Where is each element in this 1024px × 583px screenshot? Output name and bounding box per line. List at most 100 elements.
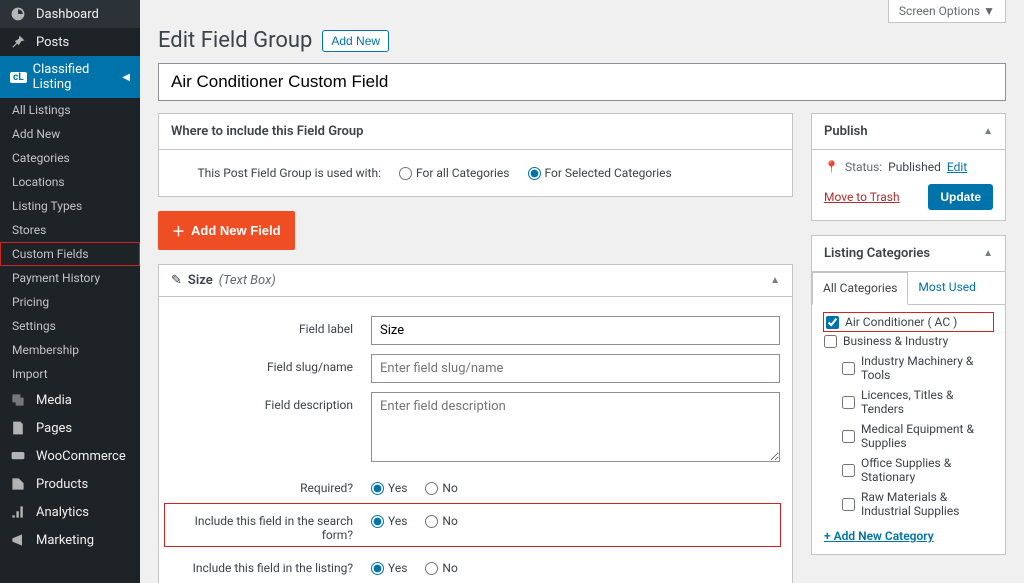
pencil-icon: ✎ [171,273,182,288]
category-label: Licences, Titles & Tenders [861,388,993,416]
submenu-label: Membership [12,343,79,357]
submenu-all-listings[interactable]: All Listings [0,98,140,122]
publish-heading: Publish [824,124,868,139]
submenu-pricing[interactable]: Pricing [0,290,140,314]
category-list: Air Conditioner ( AC ) Business & Indust… [824,313,993,521]
add-new-button[interactable]: Add New [322,30,389,52]
category-checkbox[interactable] [842,362,855,375]
search-yes-radio[interactable] [371,515,384,528]
key-icon: 📍 [824,160,839,174]
collapse-toggle[interactable]: ▲ [983,248,993,259]
tab-most-used[interactable]: Most Used [908,272,986,304]
label-field-desc: Field description [171,392,371,412]
category-checkbox[interactable] [842,498,855,511]
search-no-radio[interactable] [425,515,438,528]
where-prompt: This Post Field Group is used with: [171,166,381,180]
pin-icon [10,34,28,50]
menu-label: Dashboard [36,7,99,22]
menu-label: Pages [36,421,72,436]
trash-link[interactable]: Move to Trash [824,190,900,204]
plus-icon: ＋ [172,221,185,240]
category-item[interactable]: Business & Industry [824,331,993,351]
collapse-toggle[interactable]: ▲ [770,275,780,286]
submenu-membership[interactable]: Membership [0,338,140,362]
menu-analytics[interactable]: Analytics [0,498,140,526]
category-item[interactable]: Licences, Titles & Tenders [824,385,993,419]
textarea-field-desc[interactable] [371,392,780,462]
menu-products[interactable]: Products [0,470,140,498]
field-header[interactable]: ✎ Size (Text Box) ▲ [159,265,792,297]
no-label: No [442,481,457,495]
submenu-payment-history[interactable]: Payment History [0,266,140,290]
required-no[interactable]: No [425,481,457,495]
category-item[interactable]: Office Supplies & Stationary [824,453,993,487]
add-category-link[interactable]: + Add New Category [824,529,934,543]
required-yes[interactable]: Yes [371,481,407,495]
analytics-icon [10,504,28,520]
category-label: Medical Equipment & Supplies [861,422,993,450]
category-label: Business & Industry [843,334,948,348]
add-field-label: Add New Field [191,223,281,238]
submenu-categories[interactable]: Categories [0,146,140,170]
edit-status-link[interactable]: Edit [947,160,967,174]
submenu-label: Pricing [12,295,49,309]
yes-label: Yes [388,481,407,495]
category-item[interactable]: Raw Materials & Industrial Supplies [824,487,993,521]
submenu-add-new[interactable]: Add New [0,122,140,146]
submenu-stores[interactable]: Stores [0,218,140,242]
menu-label: WooCommerce [36,449,126,464]
required-yes-radio[interactable] [371,482,384,495]
menu-pages[interactable]: Pages [0,414,140,442]
category-checkbox[interactable] [842,430,855,443]
category-checkbox[interactable] [826,316,839,329]
menu-label: Media [36,393,72,408]
radio-all-input[interactable] [399,167,412,180]
submenu-import[interactable]: Import [0,362,140,386]
listing-yes-radio[interactable] [371,562,384,575]
submenu-custom-fields[interactable]: Custom Fields [0,242,140,266]
search-yes[interactable]: Yes [371,514,407,528]
category-item[interactable]: Air Conditioner ( AC ) [824,313,993,331]
category-label: Raw Materials & Industrial Supplies [861,490,993,518]
category-item[interactable]: Medical Equipment & Supplies [824,419,993,453]
row-listing: Include this field in the listing? Yes N… [171,555,780,575]
collapse-toggle[interactable]: ▲ [983,126,993,137]
title-input[interactable] [158,63,1006,101]
products-icon [10,476,28,492]
category-checkbox[interactable] [824,335,837,348]
radio-selected-categories[interactable]: For Selected Categories [528,166,672,180]
input-field-slug[interactable] [371,354,780,383]
listing-yes[interactable]: Yes [371,561,407,575]
menu-dashboard[interactable]: Dashboard [0,0,140,28]
submenu-listing-types[interactable]: Listing Types [0,194,140,218]
publish-box: Publish ▲ 📍 Status: Published Edit Move … [811,113,1006,221]
no-label: No [442,514,457,528]
tab-all-categories[interactable]: All Categories [812,272,908,305]
radio-selected-label: For Selected Categories [545,166,672,180]
screen-options-toggle[interactable]: Screen Options ▼ [888,0,1006,23]
menu-media[interactable]: Media [0,386,140,414]
label-field-label: Field label [171,316,371,336]
menu-classified-listing[interactable]: cL Classified Listing ◀ [0,56,140,98]
listing-no-radio[interactable] [425,562,438,575]
submenu-locations[interactable]: Locations [0,170,140,194]
search-no[interactable]: No [425,514,457,528]
listing-no[interactable]: No [425,561,457,575]
add-new-field-button[interactable]: ＋ Add New Field [158,211,295,250]
chevron-down-icon: ▼ [983,4,995,18]
menu-woocommerce[interactable]: WooCommerce [0,442,140,470]
menu-marketing[interactable]: Marketing [0,526,140,554]
radio-all-categories[interactable]: For all Categories [399,166,510,180]
submenu-label: Listing Types [12,199,82,213]
field-name: Size [188,273,213,288]
radio-selected-input[interactable] [528,167,541,180]
menu-posts[interactable]: Posts [0,28,140,56]
update-button[interactable]: Update [928,184,993,210]
category-checkbox[interactable] [842,464,855,477]
input-field-label[interactable] [371,316,780,345]
submenu-label: Custom Fields [12,247,89,261]
required-no-radio[interactable] [425,482,438,495]
category-item[interactable]: Industry Machinery & Tools [824,351,993,385]
category-checkbox[interactable] [842,396,855,409]
submenu-settings[interactable]: Settings [0,314,140,338]
